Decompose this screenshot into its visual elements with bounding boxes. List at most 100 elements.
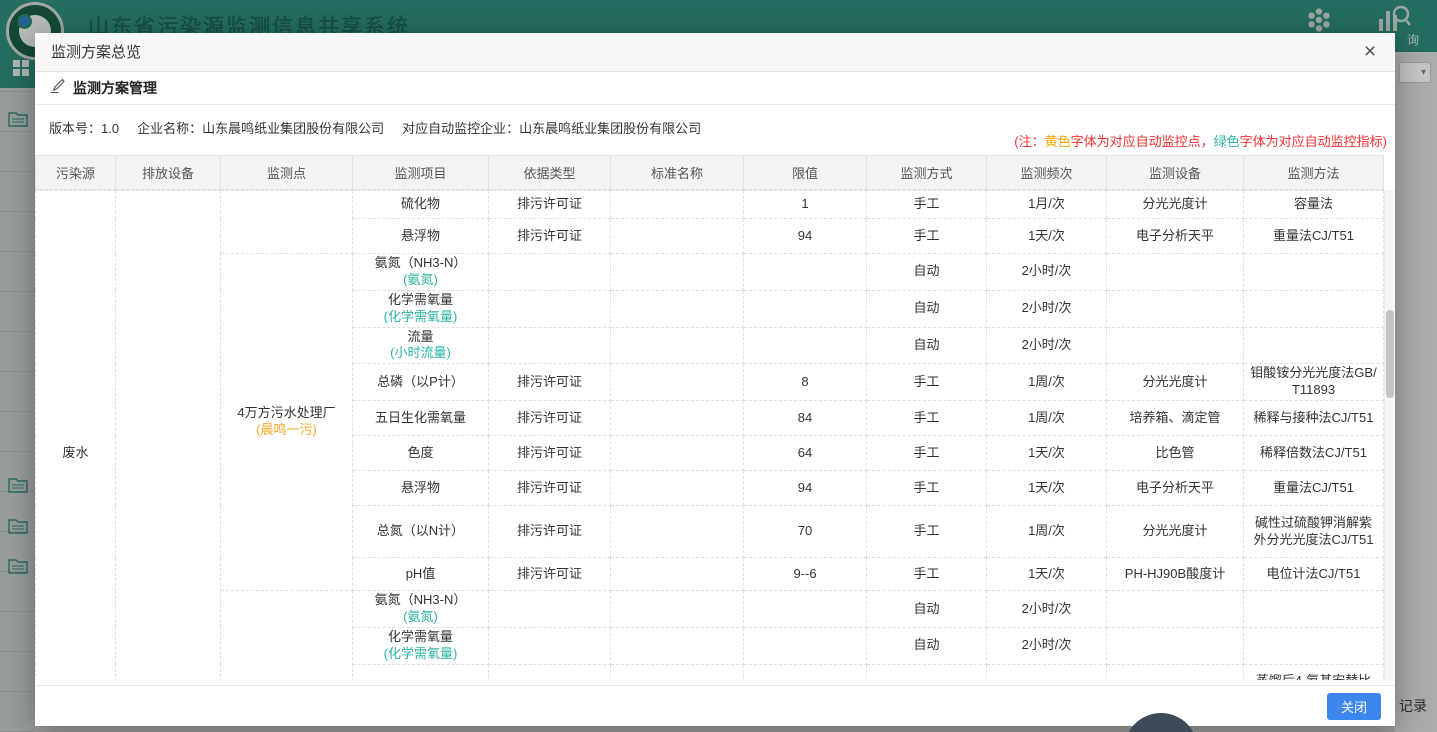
cell-frequency: 2小时/次 [987,627,1107,664]
cell-standard-name [611,558,744,591]
cell-frequency: 1月/次 [987,664,1107,680]
cell-device [1107,327,1244,364]
col-device: 监测设备 [1107,156,1244,190]
cell-mode: 自动 [867,327,987,364]
col-standard-name: 标准名称 [611,156,744,190]
cell-mode: 手工 [867,219,987,254]
version-value: 1.0 [101,121,119,136]
cell-mode: 手工 [867,506,987,558]
cell-limit [744,627,867,664]
cell-pollution-source: 废水 [36,191,116,681]
cell-device: 电子分析天平 [1107,219,1244,254]
cell-basis-type: 排污许可证 [489,471,611,506]
col-pollution-source: 污染源 [36,156,116,190]
table-header: 污染源 排放设备 监测点 监测项目 依据类型 标准名称 限值 监测方式 监测频次… [35,155,1395,190]
cell-basis-type [489,591,611,628]
auto-indicator-label: (氨氮) [359,272,482,289]
cell-mode: 手工 [867,364,987,401]
col-monitor-mode: 监测方式 [867,156,987,190]
monitor-item-name: 化学需氧量 [359,629,482,646]
cell-monitor-item: 挥发酚 [353,664,489,680]
cell-method: 钼酸铵分光光度法GB/T11893 [1244,364,1384,401]
cell-limit: 64 [744,436,867,471]
monitor-item-name: 硫化物 [359,196,482,213]
cell-basis-type: 排污许可证 [489,664,611,680]
cell-frequency: 1天/次 [987,436,1107,471]
cell-basis-type: 排污许可证 [489,436,611,471]
monitor-item-name: 色度 [359,445,482,462]
cell-mode: 手工 [867,558,987,591]
cell-method: 稀释倍数法CJ/T51 [1244,436,1384,471]
cell-device: PH-HJ90B酸度计 [1107,558,1244,591]
company-label: 企业名称： [137,121,202,136]
cell-frequency: 1天/次 [987,471,1107,506]
cell-standard-name [611,191,744,219]
cell-method: 稀释与接种法CJ/T51 [1244,401,1384,436]
cell-mode: 手工 [867,664,987,680]
cell-frequency: 1天/次 [987,219,1107,254]
cell-limit: 8 [744,364,867,401]
scrollbar-thumb[interactable] [1386,310,1394,398]
cell-limit: 1 [744,664,867,680]
monitor-item-name: 悬浮物 [359,228,482,245]
cell-frequency: 2小时/次 [987,591,1107,628]
modal-footer: 关闭 [35,685,1395,726]
cell-method: 重量法CJ/T51 [1244,219,1384,254]
cell-standard-name [611,436,744,471]
cell-monitor-item: 五日生化需氧量 [353,401,489,436]
cell-monitor-item: 悬浮物 [353,219,489,254]
cell-standard-name [611,327,744,364]
section-title: 监测方案管理 [73,78,157,98]
close-icon[interactable]: × [1357,39,1383,65]
cell-discharge-equipment [116,191,221,681]
cell-monitor-item: 悬浮物 [353,471,489,506]
cell-device [1107,290,1244,327]
cell-method [1244,627,1384,664]
cell-mode: 自动 [867,290,987,327]
cell-monitor-item: 硫化物 [353,191,489,219]
cell-standard-name [611,506,744,558]
col-basis-type: 依据类型 [489,156,611,190]
cell-basis-type: 排污许可证 [489,364,611,401]
cell-method [1244,327,1384,364]
cell-basis-type: 排污许可证 [489,558,611,591]
close-button[interactable]: 关闭 [1327,693,1381,720]
cell-monitor-point [221,591,353,680]
monitor-item-name: 流量 [359,329,482,346]
col-limit: 限值 [744,156,867,190]
cell-standard-name [611,627,744,664]
auto-indicator-label: (氨氮) [359,609,482,626]
cell-basis-type: 排污许可证 [489,506,611,558]
auto-indicator-label: (小时流量) [359,345,482,362]
cell-standard-name [611,219,744,254]
cell-frequency: 2小时/次 [987,254,1107,291]
monitor-item-name: 总氮（以N计） [359,523,482,540]
cell-method: 电位计法CJ/T51 [1244,558,1384,591]
cell-basis-type [489,254,611,291]
cell-mode: 自动 [867,254,987,291]
cell-basis-type [489,327,611,364]
version-label: 版本号： [49,121,101,136]
cell-device [1107,254,1244,291]
cell-standard-name [611,471,744,506]
plan-table-body: 废水硫化物排污许可证1手工1月/次分光光度计容量法悬浮物排污许可证94手工1天/… [36,191,1384,681]
auto-company-value: 山东晨鸣纸业集团股份有限公司 [519,121,701,136]
cell-method [1244,290,1384,327]
page: 山东省污染源监测信息共享系统 询 ▾ 记录 [0,0,1437,732]
cell-standard-name [611,664,744,680]
cell-limit [744,327,867,364]
cell-limit: 1 [744,191,867,219]
cell-monitor-item: 氨氮（NH3-N）(氨氮) [353,591,489,628]
cell-basis-type: 排污许可证 [489,219,611,254]
col-frequency: 监测频次 [987,156,1107,190]
scrollbar-track[interactable] [1384,190,1395,680]
cell-mode: 自动 [867,627,987,664]
company-value: 山东晨鸣纸业集团股份有限公司 [202,121,384,136]
monitor-item-name: 五日生化需氧量 [359,410,482,427]
table-row: 废水硫化物排污许可证1手工1月/次分光光度计容量法 [36,191,1384,219]
cell-frequency: 2小时/次 [987,327,1107,364]
cell-standard-name [611,290,744,327]
monitor-item-name: 氨氮（NH3-N） [359,592,482,609]
cell-basis-type [489,627,611,664]
header-row: 污染源 排放设备 监测点 监测项目 依据类型 标准名称 限值 监测方式 监测频次… [36,156,1384,190]
